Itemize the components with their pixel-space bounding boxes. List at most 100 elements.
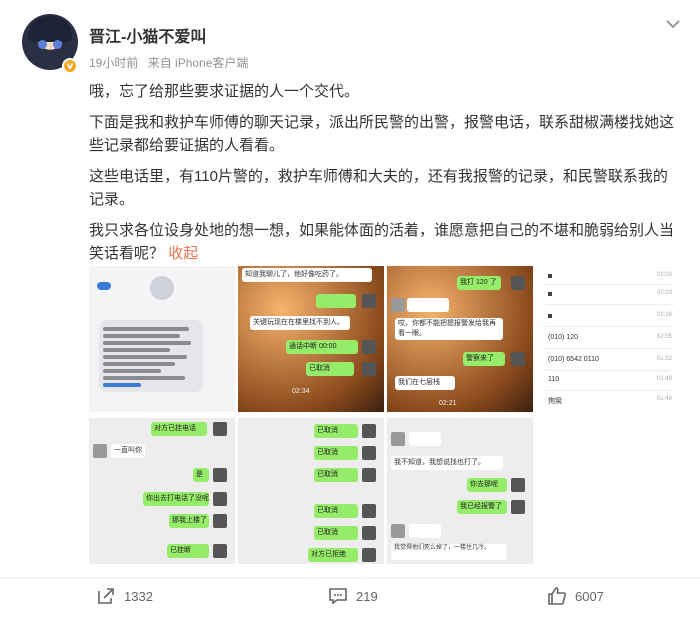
share-icon (98, 588, 114, 604)
chat-bubble: 我觉得他们死么掉了，一楼住几冷。 (391, 544, 507, 560)
chat-bubble: 关键玩现在在楼里找不到人。 (250, 316, 350, 330)
chat-avatar (93, 444, 107, 458)
chat-bubble: 我已经报警了 (457, 500, 507, 514)
voice-bubble (407, 298, 449, 312)
image-thumbnail-chat[interactable]: 已取消 已取消 已取消 已取消 已取消 对方已拒绝 (238, 418, 384, 564)
chat-avatar (362, 362, 376, 376)
image-grid: 知道我聊儿了，他好像吃药了。 关键玩现在在楼里找不到人。 通话中断 00:00 … (89, 266, 689, 566)
chat-bubble: 已取消 (314, 468, 358, 482)
username[interactable]: 晋江-小猫不爱叫 (89, 23, 206, 47)
chat-bubble: 已取消 (314, 424, 358, 438)
post-paragraph: 我只求各位设身处地的想一想，如果能体面的活着，谁愿意把自己的不堪和脆弱给别人当笑… (89, 219, 679, 265)
chat-bubble: 知道我聊儿了，他好像吃药了。 (242, 268, 372, 282)
chat-bubble: 已取消 (306, 362, 354, 376)
chat-bubble: 我们在七层栈 (395, 376, 455, 390)
call-time: 01:52 (656, 356, 672, 362)
chat-bubble: 你出去打电话了没呢 (143, 492, 209, 506)
chat-avatar (362, 340, 376, 354)
chat-avatar (213, 468, 227, 482)
chat-bubble: 一直叫你 (111, 444, 145, 458)
chat-bubble: 已取消 (314, 504, 358, 518)
like-button[interactable]: 6007 (547, 586, 604, 606)
share-count: 1332 (124, 588, 153, 604)
call-entry-icon (548, 314, 552, 318)
avatar-hair (28, 16, 72, 42)
chat-avatar (362, 504, 376, 518)
voice-bubble (409, 524, 441, 538)
image-thumbnail-chat[interactable]: 对方已挂电话 一直叫你 是 你出去打电话了没呢 那我上楼了 已挂断 (89, 418, 235, 564)
chat-avatar (213, 492, 227, 506)
comment-button[interactable]: 219 (328, 586, 378, 606)
sms-bubble (99, 320, 203, 392)
post-meta: 19小时前 来自 iPhone客户端 (89, 54, 254, 71)
chat-avatar (362, 526, 376, 540)
chat-avatar (362, 294, 376, 308)
voice-bubble (409, 432, 441, 446)
chat-bubble: 对方已挂电话 (151, 422, 207, 436)
verified-badge-icon: v (62, 58, 78, 74)
chat-bubble: 我不知道，我想说找也打了。 (391, 456, 503, 470)
avatar-eye-right (53, 40, 62, 49)
avatar-eye-left (38, 40, 47, 49)
chevron-down-icon[interactable] (666, 16, 680, 32)
call-time: 02:05 (656, 334, 672, 340)
image-thumbnail-call-log[interactable]: 02:03 02:03 02:16 (010) 120 02:05 (010) … (536, 266, 682, 412)
chat-bubble: 对方已拒绝 (308, 548, 358, 562)
chat-avatar (362, 548, 376, 562)
share-button[interactable]: 1332 (96, 586, 153, 606)
chat-bubble: 我打 120 了 (457, 276, 501, 290)
chat-avatar (511, 276, 525, 290)
call-time: 01:48 (656, 376, 672, 382)
sms-header (89, 276, 235, 300)
comment-icon (329, 588, 347, 605)
comment-count: 219 (356, 588, 378, 604)
call-time: 02:16 (656, 312, 672, 318)
chat-bubble: 已取消 (314, 526, 358, 540)
chat-avatar (362, 446, 376, 460)
post-content: 哦，忘了给那些要求证据的人一个交代。 下面是我和救护车师傅的聊天记录，派出所民警… (89, 80, 679, 273)
chat-bubble: 已挂断 (167, 544, 209, 558)
thumbs-up-icon (548, 587, 566, 605)
image-thumbnail-chat[interactable]: 我打 120 了 哎，你都不能把摁报警发给我再看一眼。 警察来了 我们在七层栈 … (387, 266, 533, 412)
chat-avatar (213, 422, 227, 436)
call-number: (010) 6542 0110 (548, 356, 599, 363)
post-paragraph: 这些电话里，有110片警的，救护车师傅和大夫的，还有我报警的记录，和民警联系我的… (89, 168, 668, 208)
chat-avatar (213, 544, 227, 558)
chat-avatar (213, 514, 227, 528)
chat-avatar (511, 500, 525, 514)
chat-avatar (511, 478, 525, 492)
chat-bubble: 哎，你都不能把摁报警发给我再看一眼。 (395, 318, 503, 340)
call-entry-icon (548, 292, 552, 296)
chat-bubble: 你去那呢 (467, 478, 507, 492)
call-number: (010) 120 (548, 334, 578, 341)
collapse-link[interactable]: 收起 (168, 245, 198, 262)
video-time: 02:21 (439, 400, 457, 407)
chat-bubble: 警察来了 (463, 352, 505, 366)
call-time: 02:03 (656, 290, 672, 296)
contact-icon (150, 276, 174, 300)
call-number: 狗窝 (548, 398, 562, 405)
chat-bubble: 那我上楼了 (169, 514, 209, 528)
chat-avatar (362, 468, 376, 482)
chat-avatar (391, 432, 405, 446)
chat-avatar (391, 524, 405, 538)
chat-bubble: 通话中断 00:00 (286, 340, 358, 354)
chat-bubble (316, 294, 356, 308)
image-thumbnail-sms[interactable] (89, 266, 235, 412)
call-number: 110 (548, 376, 560, 383)
divider (0, 578, 700, 579)
video-time: 02:34 (292, 388, 310, 395)
chat-avatar (511, 352, 525, 366)
chat-avatar (362, 424, 376, 438)
chat-bubble: 已取消 (314, 446, 358, 460)
chat-bubble: 是 (193, 468, 209, 482)
like-count: 6007 (575, 588, 604, 604)
post-paragraph: 下面是我和救护车师傅的聊天记录，派出所民警的出警，报警电话，联系甜椒满楼找她这些… (89, 114, 675, 154)
post-paragraph: 哦，忘了给那些要求证据的人一个交代。 (89, 83, 360, 100)
image-thumbnail-chat[interactable]: 知道我聊儿了，他好像吃药了。 关键玩现在在楼里找不到人。 通话中断 00:00 … (238, 266, 384, 412)
image-thumbnail-chat[interactable]: 我不知道，我想说找也打了。 你去那呢 我已经报警了 我觉得他们死么掉了，一楼住几… (387, 418, 533, 564)
call-time: 02:03 (656, 272, 672, 278)
post-source: 来自 iPhone客户端 (147, 56, 249, 70)
post-time[interactable]: 19小时前 (89, 56, 138, 70)
call-time: 01:48 (656, 396, 672, 402)
